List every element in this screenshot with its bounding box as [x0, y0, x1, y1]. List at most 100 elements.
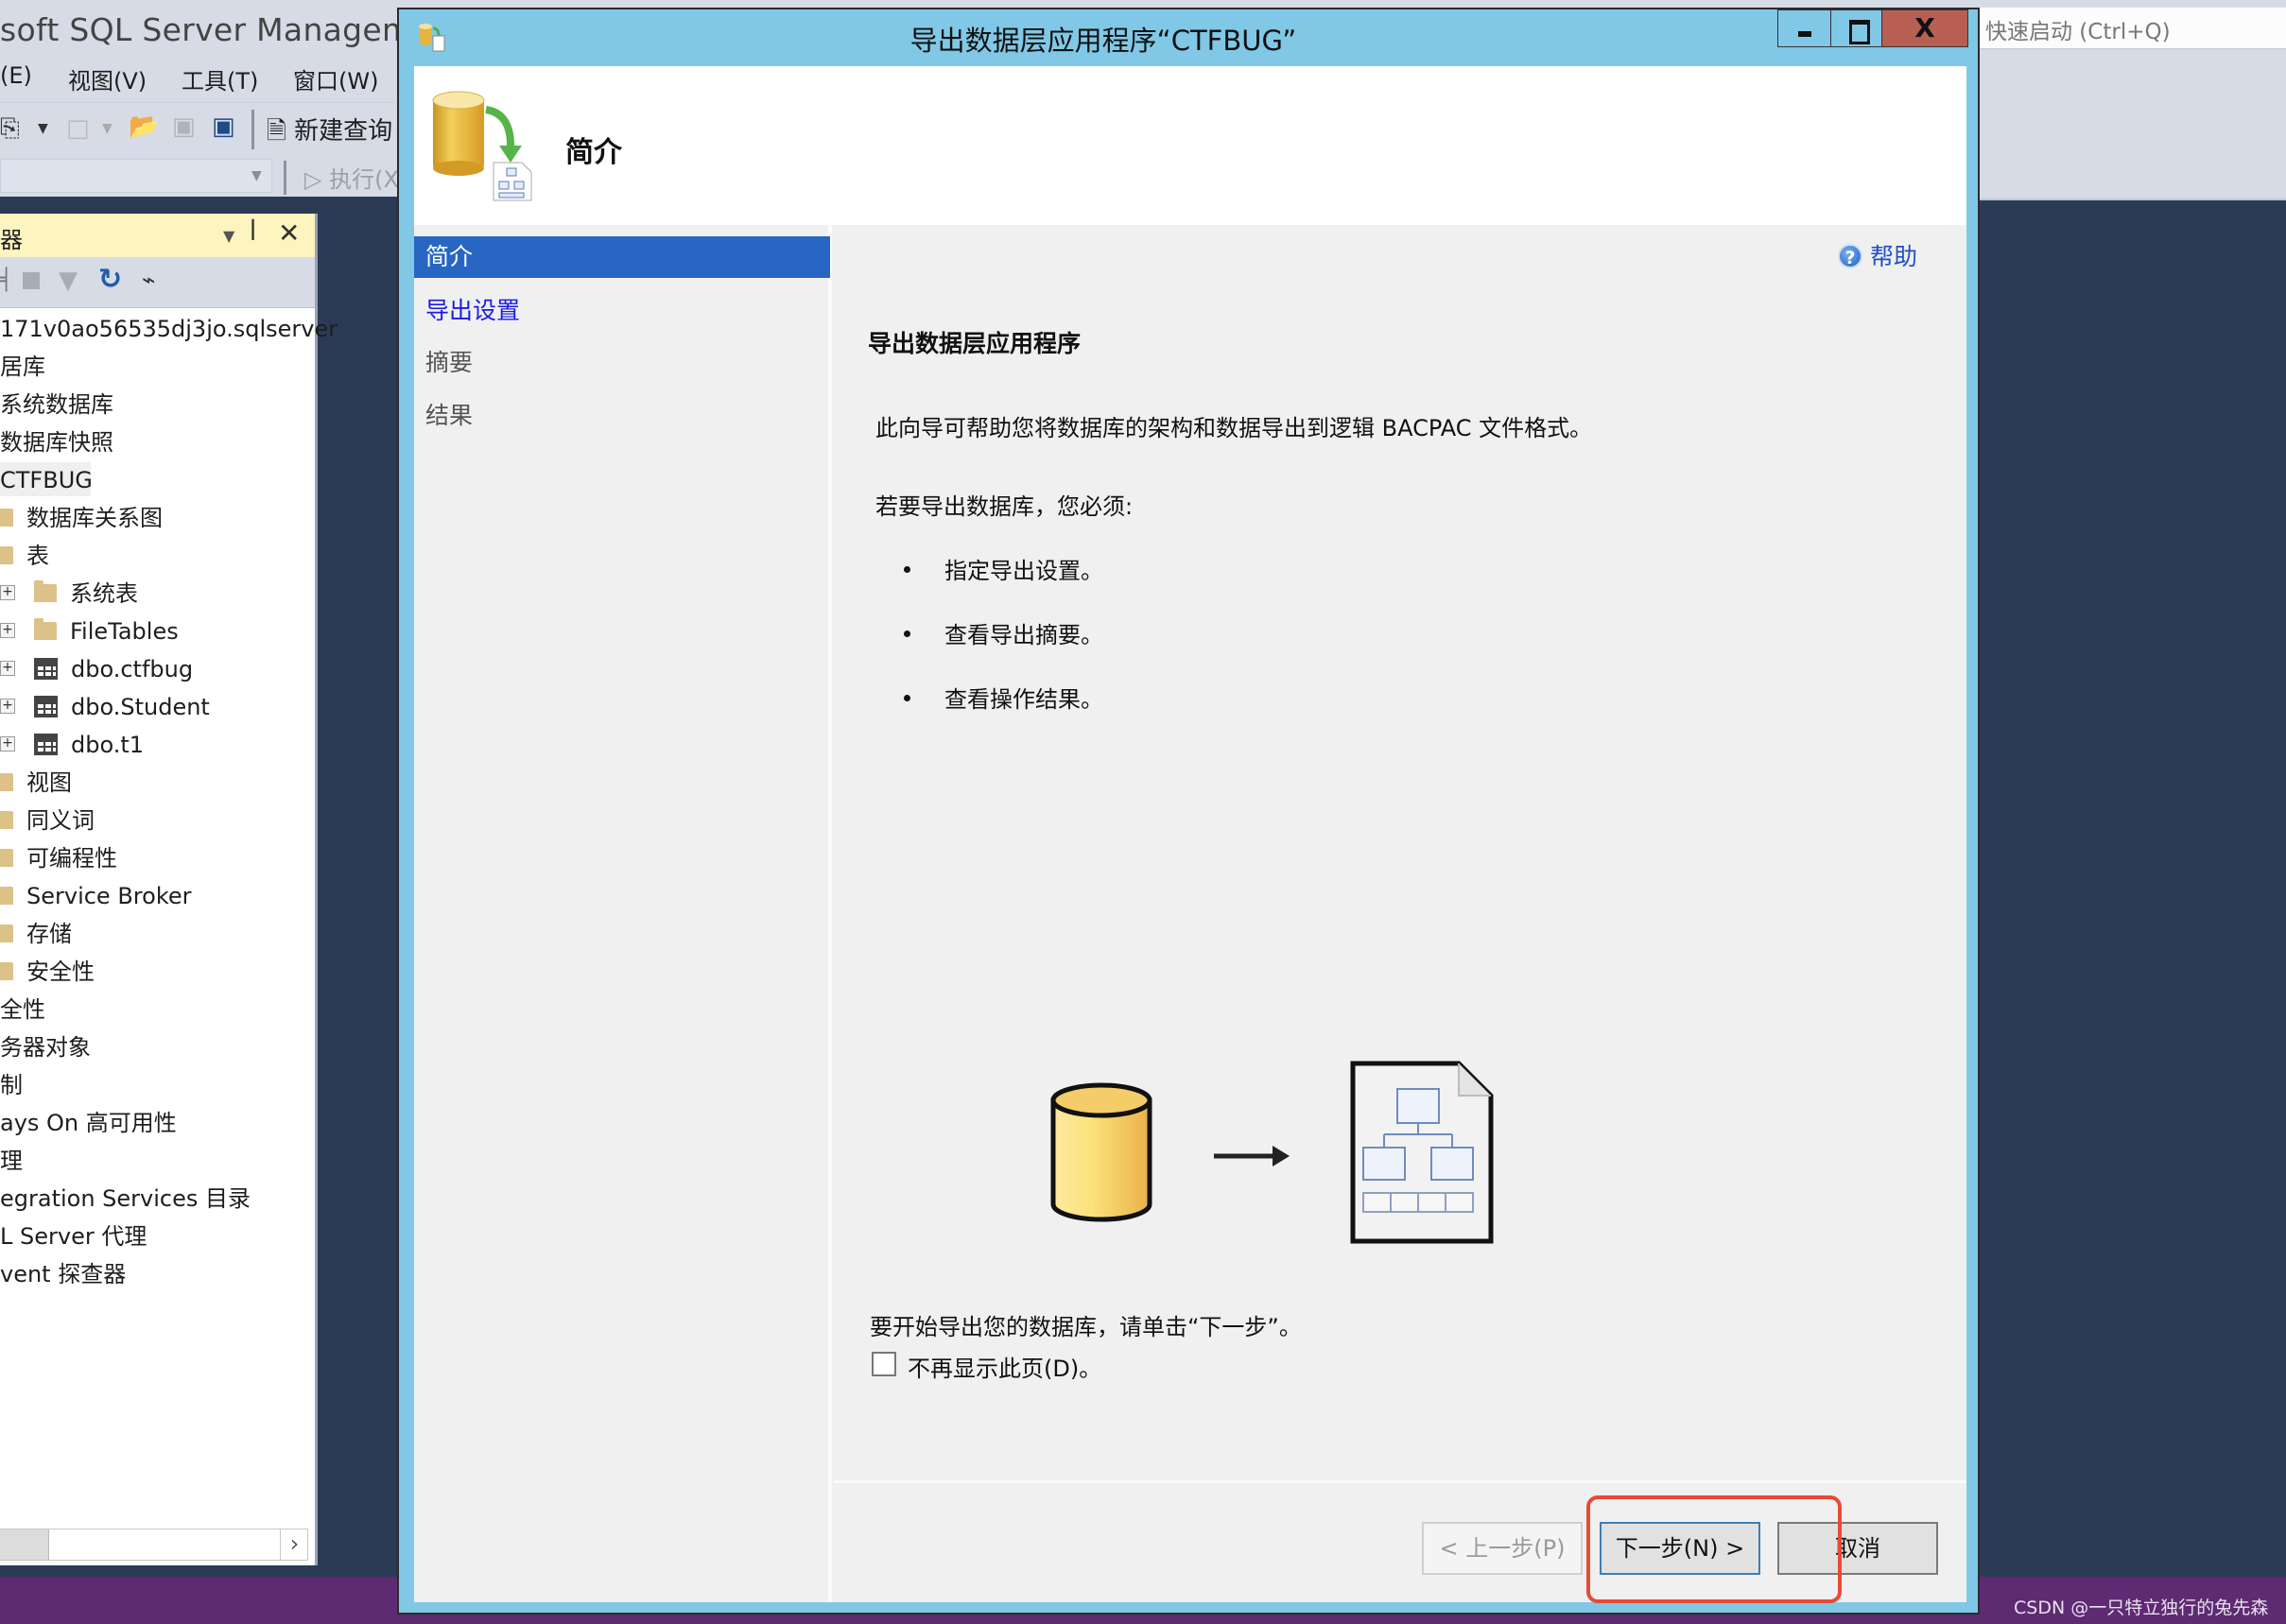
menu-edit[interactable]: (E)	[0, 62, 32, 89]
folder-icon	[0, 924, 13, 942]
tree-node[interactable]: egration Services 目录	[0, 1182, 251, 1216]
watermark: CSDN @一只特立独行的兔先森	[2014, 1598, 2269, 1618]
tree-node-label: 理	[0, 1148, 23, 1174]
object-explorer-titlebar: ▼ ꟾ ✕	[0, 214, 315, 257]
tree-node[interactable]: vent 探查器	[0, 1257, 126, 1291]
tree-node[interactable]: 视图	[0, 766, 72, 800]
activity-monitor-icon[interactable]: ⌁	[142, 267, 155, 293]
tree-node[interactable]: 数据库关系图	[0, 501, 163, 535]
quick-launch-placeholder: 快速启动 (Ctrl+Q)	[1985, 20, 2171, 44]
tree-node[interactable]: 同义词	[0, 803, 95, 838]
tree-node-label: dbo.ctfbug	[71, 656, 194, 682]
table-icon	[34, 733, 58, 755]
nav-item-export-settings[interactable]: 导出设置	[414, 290, 830, 332]
filter-icon[interactable]: ▼	[59, 267, 78, 295]
bullet-icon	[904, 565, 910, 573]
database-selector[interactable]	[0, 159, 272, 193]
toolbar-separator	[251, 110, 254, 149]
expand-icon[interactable]: +	[0, 623, 15, 638]
window-position-dropdown-icon[interactable]: ▼	[223, 227, 234, 245]
refresh-icon[interactable]: ↻	[98, 263, 122, 296]
close-icon[interactable]: ✕	[278, 217, 300, 249]
step-text: 查看导出摘要。	[944, 622, 1103, 648]
tree-node[interactable]: CTFBUG	[0, 463, 93, 497]
tree-node[interactable]: + 系统表	[0, 577, 138, 611]
add-item-icon[interactable]: □	[66, 116, 90, 141]
tree-node[interactable]: 数据库快照	[0, 425, 113, 459]
step-text: 指定导出设置。	[944, 558, 1103, 584]
save-icon[interactable]: ▣	[172, 114, 196, 139]
tree-node-label: egration Services 目录	[0, 1185, 251, 1212]
tree-node[interactable]: 居库	[0, 350, 45, 384]
menu-tools[interactable]: 工具(T)	[182, 62, 258, 95]
new-query-button[interactable]: 🗎 新建查询	[267, 112, 392, 155]
tree-node-label: 可编程性	[26, 845, 117, 872]
content-heading: 导出数据层应用程序	[868, 330, 1082, 357]
dropdown-arrow-icon[interactable]: ▼	[38, 122, 48, 135]
expand-icon[interactable]: +	[0, 661, 15, 676]
step-list-item: 查看操作结果。	[904, 681, 1103, 714]
tree-node[interactable]: 务器对象	[0, 1030, 91, 1064]
dont-show-again-label[interactable]: 不再显示此页(D)。	[908, 1350, 1101, 1383]
menu-window[interactable]: 窗口(W)	[293, 62, 378, 95]
folder-icon	[0, 961, 13, 980]
maximize-button[interactable]	[1830, 9, 1881, 47]
close-button[interactable]: X	[1881, 9, 1968, 47]
chevron-down-icon[interactable]: ▼	[251, 168, 262, 183]
button-bar-divider	[834, 1480, 1966, 1483]
execute-label: 执行(X	[329, 166, 399, 193]
execute-button[interactable]: ▷ 执行(X	[304, 161, 399, 194]
dont-show-again-checkbox[interactable]	[872, 1352, 896, 1376]
disconnect-icon[interactable]: ╡	[0, 268, 12, 292]
table-icon	[34, 695, 58, 717]
previous-button[interactable]: < 上一步(P)	[1422, 1522, 1583, 1575]
expand-icon[interactable]: +	[0, 585, 15, 600]
help-icon: ?	[1838, 244, 1862, 268]
tree-node[interactable]: 系统数据库	[0, 388, 113, 422]
save-all-icon[interactable]: ▣	[212, 114, 235, 139]
tree-node[interactable]: + dbo.ctfbug	[0, 652, 193, 686]
tree-node-label: 安全性	[26, 959, 95, 985]
menu-view[interactable]: 视图(V)	[68, 62, 147, 95]
tree-node[interactable]: 理	[0, 1144, 23, 1178]
page-title: 简介	[565, 136, 622, 169]
stop-icon[interactable]	[23, 272, 40, 289]
tree-node-label: 存储	[26, 921, 72, 947]
tree-node[interactable]: L Server 代理	[0, 1219, 147, 1253]
nav-item-introduction[interactable]: 简介	[414, 236, 830, 278]
tree-node[interactable]: + dbo.Student	[0, 690, 210, 724]
content-requirements-intro: 若要导出数据库，您必须:	[875, 493, 1134, 520]
tree-node-label: 数据库快照	[0, 429, 113, 456]
tree-node-label: 全性	[0, 996, 45, 1023]
tree-node[interactable]: 全性	[0, 993, 45, 1027]
folder-icon	[0, 886, 13, 905]
scroll-right-icon[interactable]: ›	[280, 1529, 308, 1560]
tree-node[interactable]: ays On 高可用性	[0, 1106, 177, 1140]
play-icon: ▷	[304, 166, 322, 193]
open-file-icon[interactable]: 📂	[129, 114, 159, 139]
tree-node[interactable]: 可编程性	[0, 841, 117, 875]
tree-node[interactable]: + dbo.t1	[0, 728, 144, 762]
tree-node-label: 视图	[26, 769, 72, 796]
tree-node[interactable]: 安全性	[0, 955, 95, 989]
scrollbar-thumb[interactable]	[0, 1529, 49, 1560]
help-link[interactable]: ? 帮助	[1838, 238, 1917, 272]
step-text: 查看操作结果。	[944, 686, 1103, 713]
folder-icon	[0, 772, 13, 791]
dropdown-arrow-icon[interactable]: ▼	[102, 122, 113, 135]
tree-node[interactable]: 制	[0, 1068, 23, 1102]
expand-icon[interactable]: +	[0, 736, 15, 752]
expand-icon[interactable]: +	[0, 699, 15, 714]
tree-node[interactable]: 存储	[0, 917, 72, 951]
tree-node[interactable]: 171v0ao56535dj3jo.sqlserver	[0, 312, 338, 346]
tree-node[interactable]: Service Broker	[0, 879, 192, 913]
new-project-icon[interactable]: ⎘	[0, 116, 20, 141]
tree-node[interactable]: + FileTables	[0, 614, 179, 648]
minimize-button[interactable]	[1777, 9, 1830, 47]
step-list-item: 指定导出设置。	[904, 552, 1103, 585]
tree-node-label: 系统数据库	[0, 391, 113, 418]
database-export-icon	[432, 91, 532, 201]
pin-icon[interactable]: ꟾ	[250, 219, 256, 246]
tree-node[interactable]: 表	[0, 539, 49, 573]
tree-node-label: 务器对象	[0, 1034, 91, 1061]
